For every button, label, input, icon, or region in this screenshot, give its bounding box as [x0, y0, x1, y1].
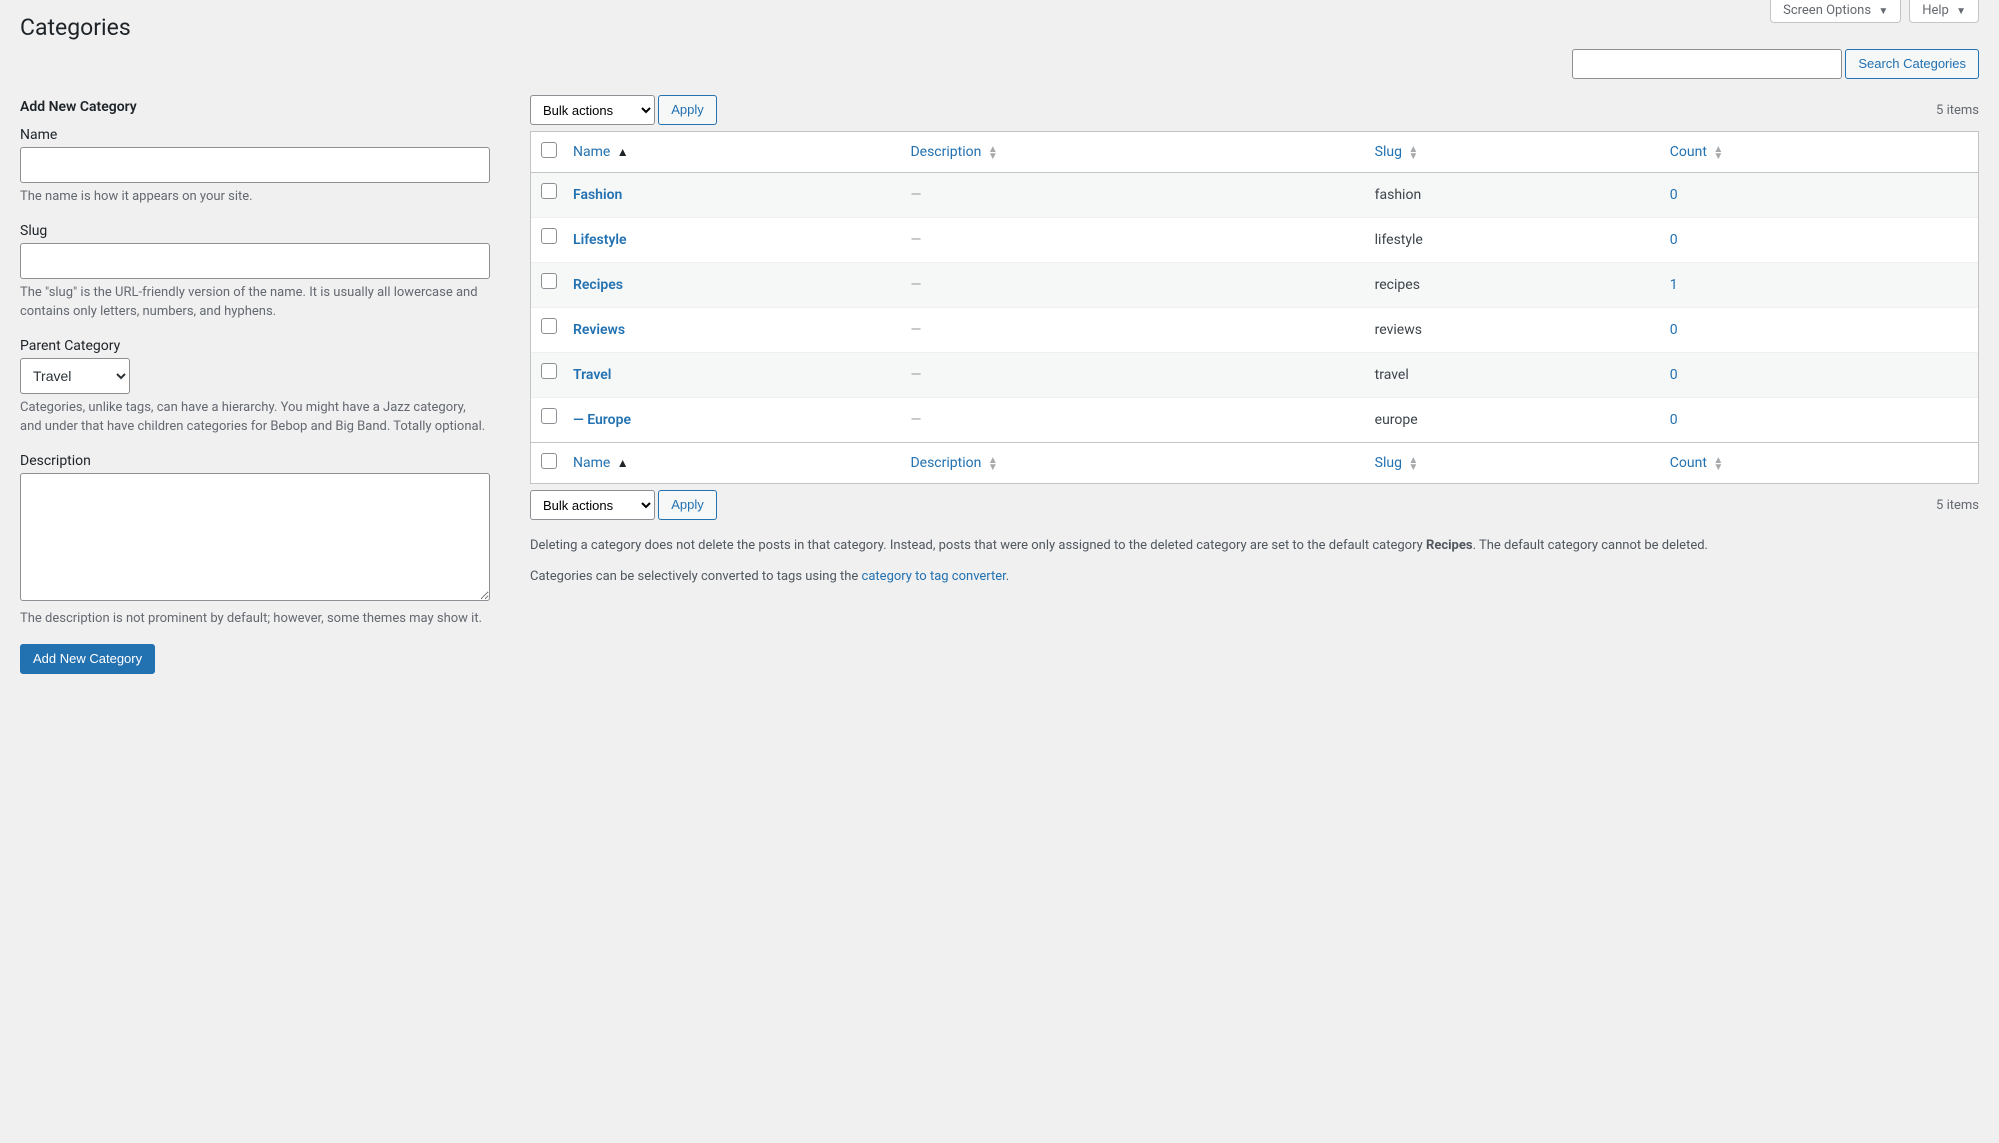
col-count-foot[interactable]: Count ▲▼	[1660, 442, 1978, 483]
items-count-top: 5 items	[1936, 103, 1979, 118]
row-count-link[interactable]: 0	[1670, 412, 1678, 428]
apply-top-button[interactable]: Apply	[658, 95, 717, 125]
bulk-actions-top[interactable]: Bulk actions	[530, 95, 655, 125]
col-name-foot[interactable]: Name ▲	[563, 442, 900, 483]
slug-label: Slug	[20, 223, 490, 239]
screen-options-tab[interactable]: Screen Options ▼	[1770, 0, 1901, 23]
row-count-link[interactable]: 0	[1670, 322, 1678, 338]
select-all-bottom[interactable]	[541, 453, 557, 469]
description-help: The description is not prominent by defa…	[20, 609, 490, 629]
row-slug: recipes	[1365, 263, 1660, 308]
table-row: — Europe — europe 0	[531, 398, 1978, 442]
apply-bottom-button[interactable]: Apply	[658, 490, 717, 520]
page-title: Categories	[20, 0, 1979, 49]
row-description: —	[910, 277, 921, 293]
table-row: Reviews — reviews 0	[531, 308, 1978, 353]
table-row: Fashion — fashion 0	[531, 173, 1978, 218]
name-input[interactable]	[20, 147, 490, 183]
col-count[interactable]: Count ▲▼	[1660, 132, 1978, 173]
row-description: —	[910, 232, 921, 248]
description-input[interactable]	[20, 473, 490, 601]
converter-link[interactable]: category to tag converter	[862, 569, 1006, 584]
select-all-top[interactable]	[541, 142, 557, 158]
table-row: Lifestyle — lifestyle 0	[531, 218, 1978, 263]
sort-asc-icon: ▲	[617, 460, 629, 467]
row-description: —	[910, 367, 921, 383]
name-help: The name is how it appears on your site.	[20, 187, 490, 207]
row-slug: travel	[1365, 353, 1660, 398]
row-slug: europe	[1365, 398, 1660, 442]
table-row: Travel — travel 0	[531, 353, 1978, 398]
sort-asc-icon: ▲	[617, 149, 629, 156]
col-description-foot[interactable]: Description ▲▼	[900, 442, 1364, 483]
row-checkbox[interactable]	[541, 183, 557, 199]
items-count-bottom: 5 items	[1936, 498, 1979, 513]
col-slug-foot[interactable]: Slug ▲▼	[1365, 442, 1660, 483]
row-count-link[interactable]: 1	[1670, 277, 1678, 293]
help-label: Help	[1922, 3, 1949, 18]
row-checkbox[interactable]	[541, 363, 557, 379]
add-category-button[interactable]: Add New Category	[20, 644, 155, 674]
col-description[interactable]: Description ▲▼	[900, 132, 1364, 173]
row-description: —	[910, 187, 921, 203]
row-checkbox[interactable]	[541, 228, 557, 244]
parent-label: Parent Category	[20, 338, 490, 354]
help-tab[interactable]: Help ▼	[1909, 0, 1979, 23]
bulk-actions-bottom[interactable]: Bulk actions	[530, 490, 655, 520]
form-heading: Add New Category	[20, 99, 490, 115]
row-description: —	[910, 322, 921, 338]
row-checkbox[interactable]	[541, 408, 557, 424]
category-name-link[interactable]: Reviews	[573, 322, 625, 338]
category-name-link[interactable]: Lifestyle	[573, 232, 627, 248]
sort-icon: ▲▼	[988, 145, 998, 160]
row-checkbox[interactable]	[541, 318, 557, 334]
slug-help: The "slug" is the URL-friendly version o…	[20, 283, 490, 322]
category-name-link[interactable]: Recipes	[573, 277, 623, 293]
table-row: Recipes — recipes 1	[531, 263, 1978, 308]
category-name-link[interactable]: Travel	[573, 367, 611, 383]
row-count-link[interactable]: 0	[1670, 367, 1678, 383]
parent-select[interactable]: Travel	[20, 358, 130, 394]
row-checkbox[interactable]	[541, 273, 557, 289]
sort-icon: ▲▼	[1713, 145, 1723, 160]
sort-icon: ▲▼	[1408, 456, 1418, 471]
name-label: Name	[20, 127, 490, 143]
category-name-link[interactable]: — Europe	[573, 412, 631, 428]
chevron-down-icon: ▼	[1878, 6, 1888, 17]
description-label: Description	[20, 453, 490, 469]
row-count-link[interactable]: 0	[1670, 187, 1678, 203]
search-input[interactable]	[1572, 49, 1842, 79]
row-slug: fashion	[1365, 173, 1660, 218]
col-name[interactable]: Name ▲	[563, 132, 900, 173]
row-slug: reviews	[1365, 308, 1660, 353]
sort-icon: ▲▼	[1713, 456, 1723, 471]
slug-input[interactable]	[20, 243, 490, 279]
row-description: —	[910, 412, 921, 428]
notes: Deleting a category does not delete the …	[530, 536, 1979, 588]
categories-table: Name ▲ Description ▲▼ Slug ▲▼ Count ▲▼	[530, 131, 1979, 484]
row-count-link[interactable]: 0	[1670, 232, 1678, 248]
default-category-name: Recipes	[1426, 538, 1473, 553]
parent-help: Categories, unlike tags, can have a hier…	[20, 398, 490, 437]
col-slug[interactable]: Slug ▲▼	[1365, 132, 1660, 173]
chevron-down-icon: ▼	[1956, 6, 1966, 17]
search-categories-button[interactable]: Search Categories	[1845, 49, 1979, 79]
row-slug: lifestyle	[1365, 218, 1660, 263]
category-name-link[interactable]: Fashion	[573, 187, 622, 203]
sort-icon: ▲▼	[988, 456, 998, 471]
screen-options-label: Screen Options	[1783, 3, 1871, 18]
sort-icon: ▲▼	[1408, 145, 1418, 160]
